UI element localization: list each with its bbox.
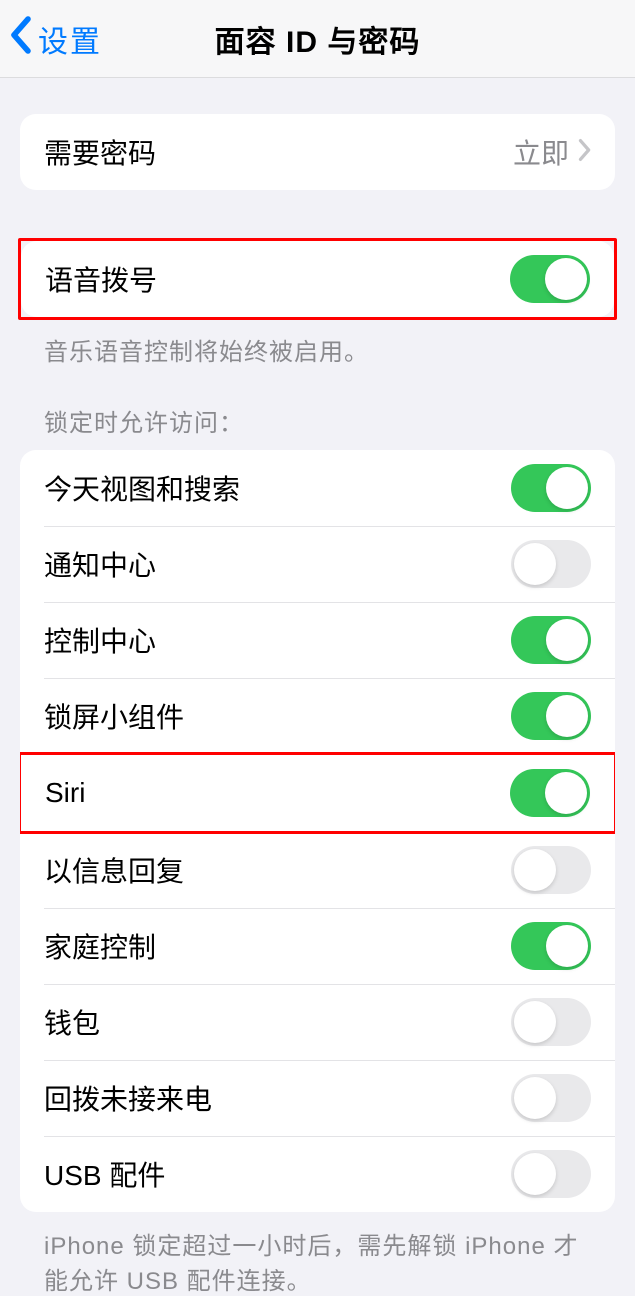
toggle-lock-item[interactable] — [511, 922, 591, 970]
row-lock-item: 锁屏小组件 — [20, 678, 615, 754]
row-lock-item: 控制中心 — [20, 602, 615, 678]
row-label: 需要密码 — [44, 132, 156, 172]
toggle-lock-item[interactable] — [511, 692, 591, 740]
nav-bar: 设置 面容 ID 与密码 — [0, 0, 635, 78]
toggle-lock-item[interactable] — [510, 769, 590, 817]
row-lock-item: 家庭控制 — [20, 908, 615, 984]
row-label: 以信息回复 — [44, 850, 184, 890]
toggle-lock-item[interactable] — [511, 540, 591, 588]
row-label: USB 配件 — [44, 1154, 165, 1194]
toggle-lock-item[interactable] — [511, 464, 591, 512]
row-label: Siri — [45, 777, 85, 809]
row-lock-item: 通知中心 — [20, 526, 615, 602]
voice-dial-footer: 音乐语音控制将始终被启用。 — [20, 318, 615, 367]
toggle-voice-dial[interactable] — [510, 255, 590, 303]
row-lock-item: Siri — [21, 755, 614, 831]
group-voice-dial: 语音拨号 — [21, 241, 614, 317]
row-lock-item: 今天视图和搜索 — [20, 450, 615, 526]
row-require-passcode[interactable]: 需要密码 立即 — [20, 114, 615, 190]
row-voice-dial: 语音拨号 — [21, 241, 614, 317]
row-label: 钱包 — [44, 1002, 100, 1042]
row-label: 通知中心 — [44, 544, 156, 584]
row-label: 控制中心 — [44, 620, 156, 660]
row-lock-item: 钱包 — [20, 984, 615, 1060]
row-label: 家庭控制 — [44, 926, 156, 966]
row-lock-item: 以信息回复 — [20, 832, 615, 908]
back-label: 设置 — [38, 17, 102, 61]
row-label: 回拨未接来电 — [44, 1078, 212, 1118]
lock-access-footer: iPhone 锁定超过一小时后，需先解锁 iPhone 才能允许 USB 配件连… — [20, 1212, 615, 1296]
toggle-lock-item[interactable] — [511, 1150, 591, 1198]
back-button[interactable]: 设置 — [8, 0, 102, 77]
chevron-right-icon — [577, 138, 591, 167]
toggle-lock-item[interactable] — [511, 1074, 591, 1122]
row-lock-item: USB 配件 — [20, 1136, 615, 1212]
row-value: 立即 — [513, 132, 569, 172]
toggle-lock-item[interactable] — [511, 998, 591, 1046]
group-require-passcode: 需要密码 立即 — [20, 114, 615, 190]
highlight-siri: Siri — [20, 752, 615, 834]
row-label: 语音拨号 — [45, 259, 157, 299]
row-lock-item: 回拨未接来电 — [20, 1060, 615, 1136]
group-lock-access: 今天视图和搜索通知中心控制中心锁屏小组件 Siri 以信息回复家庭控制钱包回拨未接来… — [20, 450, 615, 1212]
toggle-lock-item[interactable] — [511, 616, 591, 664]
chevron-left-icon — [8, 15, 36, 63]
toggle-lock-item[interactable] — [511, 846, 591, 894]
row-label: 锁屏小组件 — [44, 696, 184, 736]
highlight-voice-dial: 语音拨号 — [18, 238, 617, 320]
row-label: 今天视图和搜索 — [44, 468, 240, 508]
page-title: 面容 ID 与密码 — [215, 17, 421, 61]
lock-access-header: 锁定时允许访问： — [20, 367, 615, 450]
